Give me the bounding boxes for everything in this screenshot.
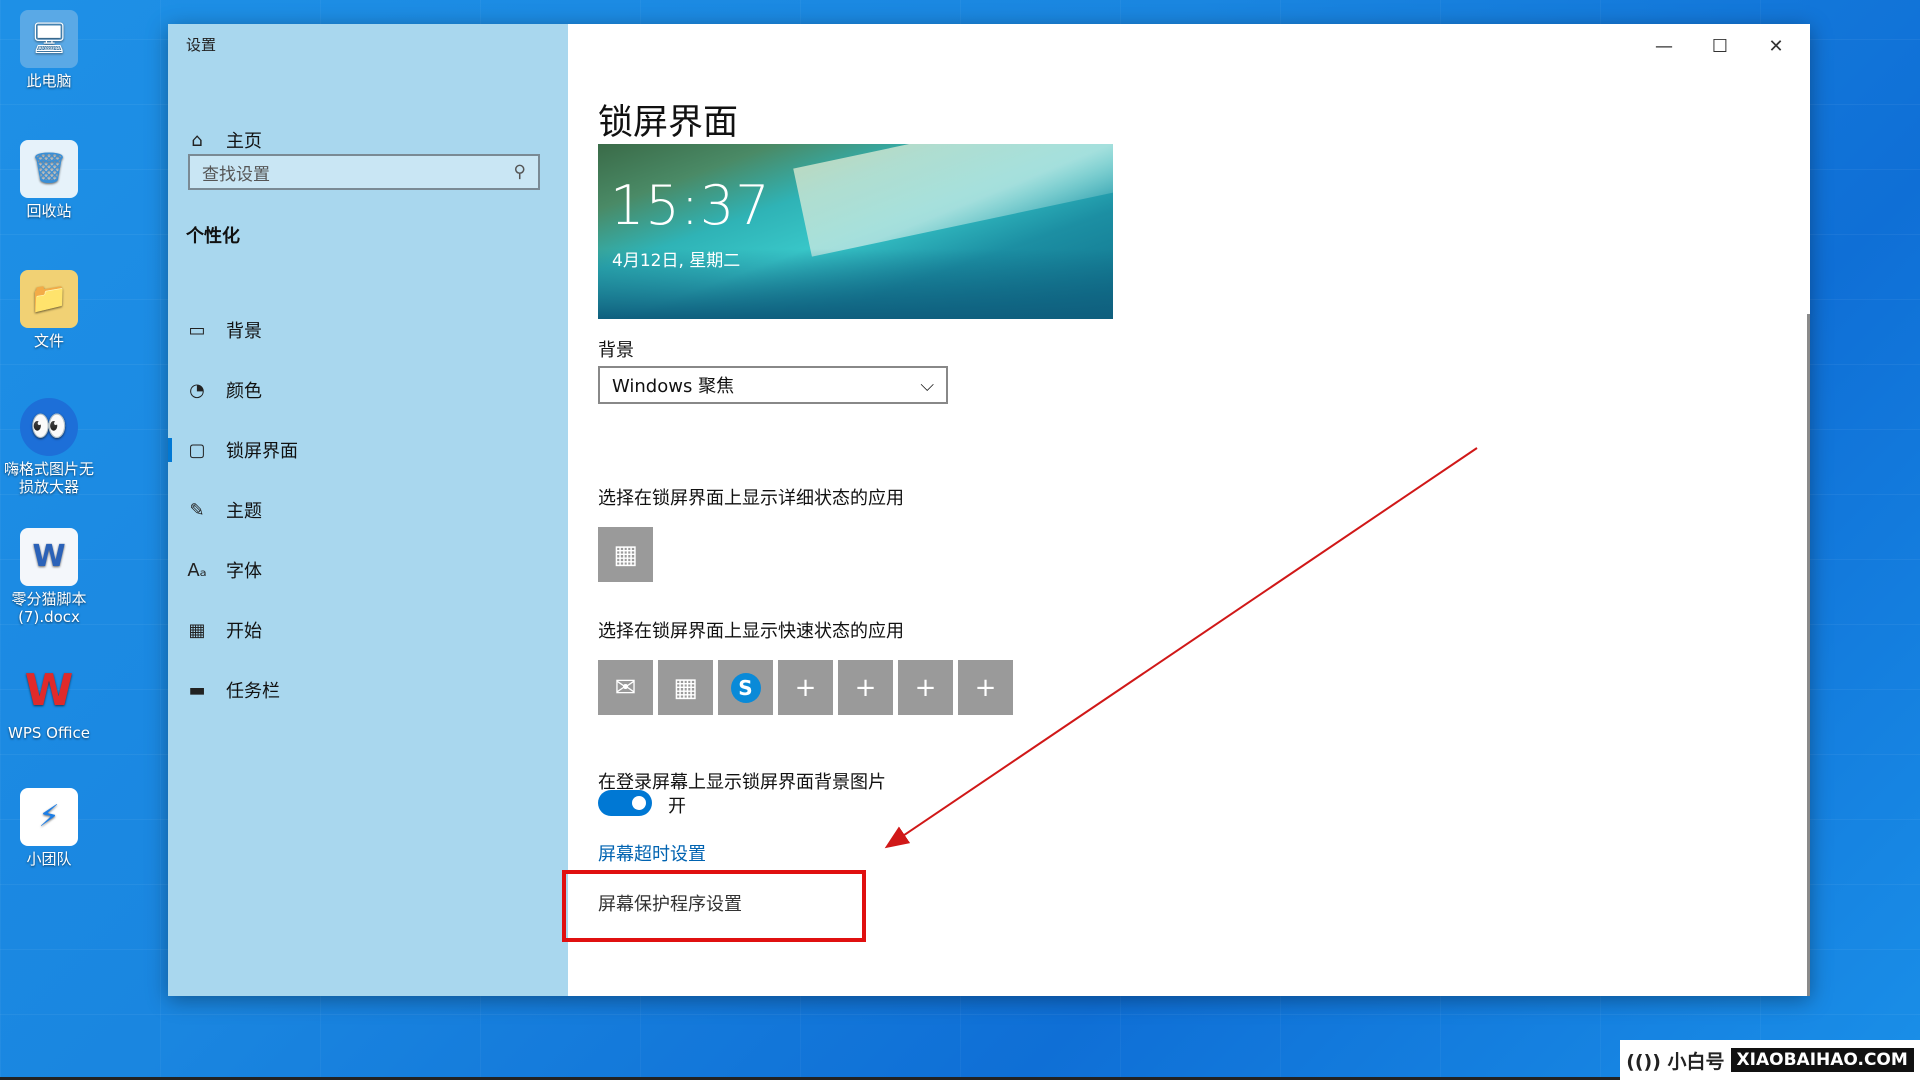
search-placeholder: 查找设置 bbox=[202, 164, 270, 185]
lockscreen-icon: ▢ bbox=[188, 439, 206, 461]
word-document-icon: W bbox=[20, 528, 78, 586]
desktop-icon-image-upscaler[interactable]: 👀 嗨格式图片无损放大器 bbox=[4, 398, 94, 496]
plus-icon: + bbox=[854, 672, 877, 703]
settings-window: 设置 ⌂ 主页 查找设置 ⚲ 个性化 ▭ 背景 ◔ 颜色 ▢ 锁屏界面 ✎ 主题… bbox=[168, 24, 1810, 996]
desktop-icon-label: 嗨格式图片无损放大器 bbox=[4, 460, 95, 496]
search-input[interactable]: 查找设置 ⚲ bbox=[188, 154, 540, 190]
sidebar-item-label: 背景 bbox=[226, 321, 262, 342]
toggle-knob bbox=[632, 796, 646, 810]
sidebar-item-taskbar[interactable]: ▬ 任务栏 bbox=[168, 666, 568, 714]
taskbar-icon: ▬ bbox=[188, 679, 206, 701]
desktop-icon-recycle-bin[interactable]: 🗑 回收站 bbox=[4, 140, 94, 220]
section-heading: 个性化 bbox=[186, 226, 240, 247]
sidebar-item-label: 锁屏界面 bbox=[226, 441, 298, 462]
sidebar-item-colors[interactable]: ◔ 颜色 bbox=[168, 366, 568, 414]
desktop-icon-team[interactable]: ⚡ 小团队 bbox=[4, 788, 94, 868]
desktop-icon-label: 小团队 bbox=[26, 850, 72, 868]
desktop-icon-label: WPS Office bbox=[8, 724, 90, 742]
wps-icon: W bbox=[24, 665, 74, 716]
plus-icon: + bbox=[794, 672, 817, 703]
palette-icon: ◔ bbox=[189, 379, 205, 401]
annotation-highlight-box bbox=[562, 870, 866, 942]
quick-app-tile-mail[interactable]: ✉ bbox=[598, 660, 653, 715]
recycle-bin-icon: 🗑 bbox=[20, 140, 78, 198]
brand-url: XIAOBAIHAO.COM bbox=[1730, 1048, 1914, 1072]
quick-status-label: 选择在锁屏界面上显示快速状态的应用 bbox=[598, 621, 904, 642]
background-label: 背景 bbox=[598, 340, 634, 361]
sidebar-item-lockscreen[interactable]: ▢ 锁屏界面 bbox=[168, 426, 568, 474]
start-icon: ▦ bbox=[188, 619, 206, 641]
quick-app-tile-add[interactable]: + bbox=[778, 660, 833, 715]
brand-text: (()) 小白号 bbox=[1626, 1050, 1725, 1073]
plus-icon: + bbox=[974, 672, 997, 703]
watermark-brand: (()) 小白号 XIAOBAIHAO.COM bbox=[1620, 1040, 1920, 1080]
settings-sidebar: 设置 ⌂ 主页 查找设置 ⚲ 个性化 ▭ 背景 ◔ 颜色 ▢ 锁屏界面 ✎ 主题… bbox=[168, 24, 568, 996]
desktop-icon-docx[interactable]: W 零分猫脚本(7).docx bbox=[4, 528, 94, 626]
scrollbar[interactable] bbox=[1807, 314, 1810, 996]
theme-icon: ✎ bbox=[189, 499, 205, 521]
home-icon: ⌂ bbox=[191, 129, 203, 151]
login-background-toggle[interactable] bbox=[598, 790, 652, 816]
background-dropdown[interactable]: Windows 聚焦 ⌵ bbox=[598, 366, 948, 404]
preview-time: 15:37 bbox=[610, 174, 771, 237]
sidebar-item-label: 开始 bbox=[226, 621, 262, 642]
calendar-icon: ▦ bbox=[673, 672, 698, 703]
sidebar-item-label: 任务栏 bbox=[226, 681, 280, 702]
sidebar-item-background[interactable]: ▭ 背景 bbox=[168, 306, 568, 354]
sidebar-item-fonts[interactable]: Aₐ 字体 bbox=[168, 546, 568, 594]
sidebar-item-start[interactable]: ▦ 开始 bbox=[168, 606, 568, 654]
sidebar-item-label: 主题 bbox=[226, 501, 262, 522]
background-dropdown-value: Windows 聚焦 bbox=[612, 376, 735, 397]
page-title: 锁屏界面 bbox=[598, 103, 739, 143]
preview-date: 4月12日, 星期二 bbox=[612, 251, 741, 271]
team-app-icon: ⚡ bbox=[20, 788, 78, 846]
quick-app-tile-add[interactable]: + bbox=[898, 660, 953, 715]
desktop-icon-label: 零分猫脚本(7).docx bbox=[11, 590, 87, 626]
toggle-state-text: 开 bbox=[668, 796, 686, 817]
calendar-icon: ▦ bbox=[613, 539, 638, 570]
desktop-icon-folder[interactable]: 📁 文件 bbox=[4, 270, 94, 350]
skype-icon: S bbox=[730, 672, 761, 703]
sidebar-item-themes[interactable]: ✎ 主题 bbox=[168, 486, 568, 534]
font-icon: Aₐ bbox=[187, 559, 207, 581]
search-icon: ⚲ bbox=[513, 162, 526, 182]
lockscreen-preview: 15:37 4月12日, 星期二 bbox=[598, 144, 1113, 319]
desktop-icon-this-pc[interactable]: 🖥 此电脑 bbox=[4, 10, 94, 90]
sidebar-item-label: 字体 bbox=[226, 561, 262, 582]
nav-home-label: 主页 bbox=[226, 131, 262, 152]
mail-icon: ✉ bbox=[614, 672, 637, 703]
window-title: 设置 bbox=[186, 36, 217, 54]
plus-icon: + bbox=[914, 672, 937, 703]
screen-timeout-link[interactable]: 屏幕超时设置 bbox=[598, 840, 706, 866]
chevron-down-icon: ⌵ bbox=[920, 374, 934, 396]
image-icon: ▭ bbox=[188, 319, 206, 341]
desktop-icon-wps[interactable]: W WPS Office bbox=[4, 662, 94, 743]
folder-icon: 📁 bbox=[20, 270, 78, 328]
quick-app-tile-skype[interactable]: S bbox=[718, 660, 773, 715]
sidebar-item-label: 颜色 bbox=[226, 381, 262, 402]
quick-app-tile-add[interactable]: + bbox=[838, 660, 893, 715]
quick-app-tile-add[interactable]: + bbox=[958, 660, 1013, 715]
computer-icon: 🖥 bbox=[20, 10, 78, 68]
owl-app-icon: 👀 bbox=[20, 398, 78, 456]
desktop-icon-label: 此电脑 bbox=[26, 72, 72, 90]
detailed-status-app-tile[interactable]: ▦ bbox=[598, 527, 653, 582]
desktop-icon-label: 文件 bbox=[33, 332, 64, 350]
detailed-status-label: 选择在锁屏界面上显示详细状态的应用 bbox=[598, 488, 904, 509]
settings-content: 锁屏界面 15:37 4月12日, 星期二 背景 Windows 聚焦 ⌵ 选择… bbox=[598, 24, 1810, 996]
preview-beach-shape bbox=[793, 144, 1113, 257]
desktop-icon-label: 回收站 bbox=[26, 202, 72, 220]
quick-app-tile-calendar[interactable]: ▦ bbox=[658, 660, 713, 715]
